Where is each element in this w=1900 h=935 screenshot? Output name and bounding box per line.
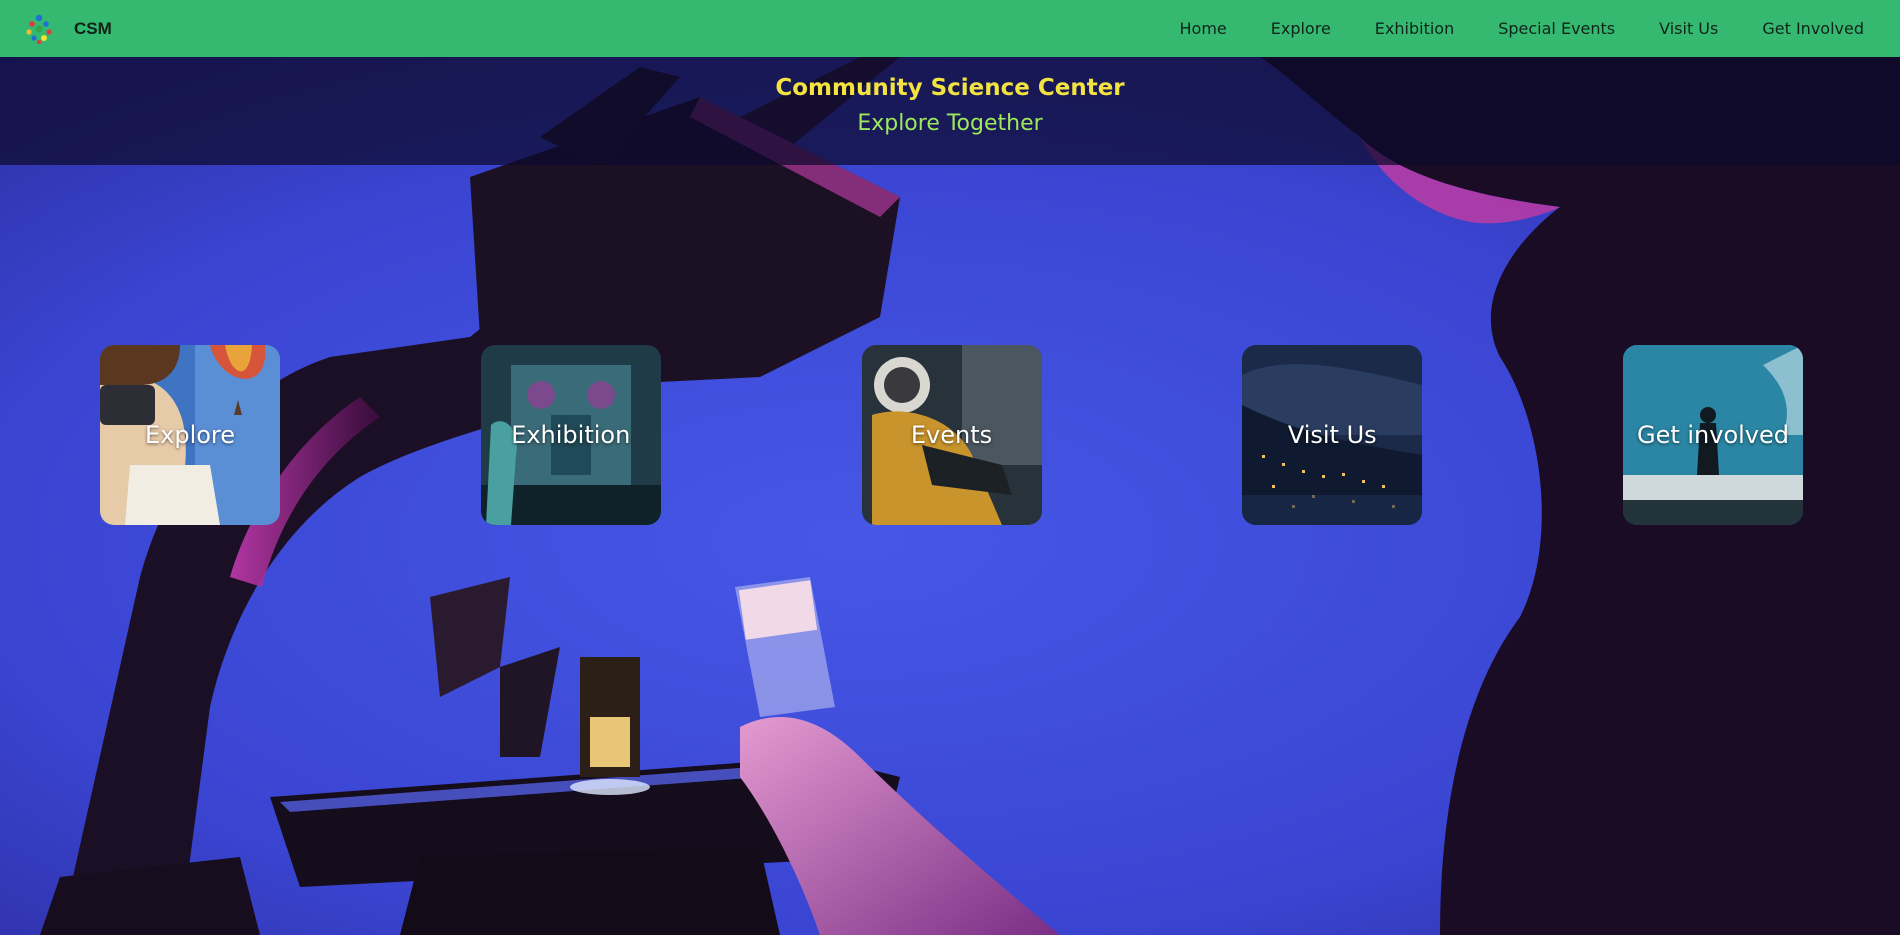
nav-link-home[interactable]: Home xyxy=(1158,19,1249,38)
card-get-involved[interactable]: Get involved xyxy=(1623,345,1803,525)
feature-cards: Explore Exhibition Events Visit Us Get i… xyxy=(100,345,1803,525)
site-title: Community Science Center xyxy=(775,75,1125,101)
site-header-band: Community Science Center Explore Togethe… xyxy=(0,57,1900,165)
nav-links: Home Explore Exhibition Special Events V… xyxy=(1158,19,1879,38)
nav-link-explore[interactable]: Explore xyxy=(1249,19,1353,38)
card-label: Explore xyxy=(144,421,236,449)
nav-link-visit-us[interactable]: Visit Us xyxy=(1637,19,1740,38)
top-navbar: CSM Home Explore Exhibition Special Even… xyxy=(0,0,1900,57)
card-label: Events xyxy=(910,421,993,449)
card-visit-us[interactable]: Visit Us xyxy=(1242,345,1423,525)
card-label: Visit Us xyxy=(1287,421,1377,449)
nav-link-special-events[interactable]: Special Events xyxy=(1476,19,1637,38)
logo-icon xyxy=(26,14,52,44)
card-label: Get involved xyxy=(1636,421,1790,449)
nav-link-exhibition[interactable]: Exhibition xyxy=(1353,19,1476,38)
card-events[interactable]: Events xyxy=(861,345,1042,525)
brand-name: CSM xyxy=(74,18,112,38)
brand[interactable]: CSM xyxy=(22,12,112,46)
site-tagline: Explore Together xyxy=(857,111,1043,136)
card-label: Exhibition xyxy=(511,421,631,449)
card-explore[interactable]: Explore xyxy=(100,345,280,525)
nav-link-get-involved[interactable]: Get Involved xyxy=(1740,19,1878,38)
card-exhibition[interactable]: Exhibition xyxy=(480,345,661,525)
